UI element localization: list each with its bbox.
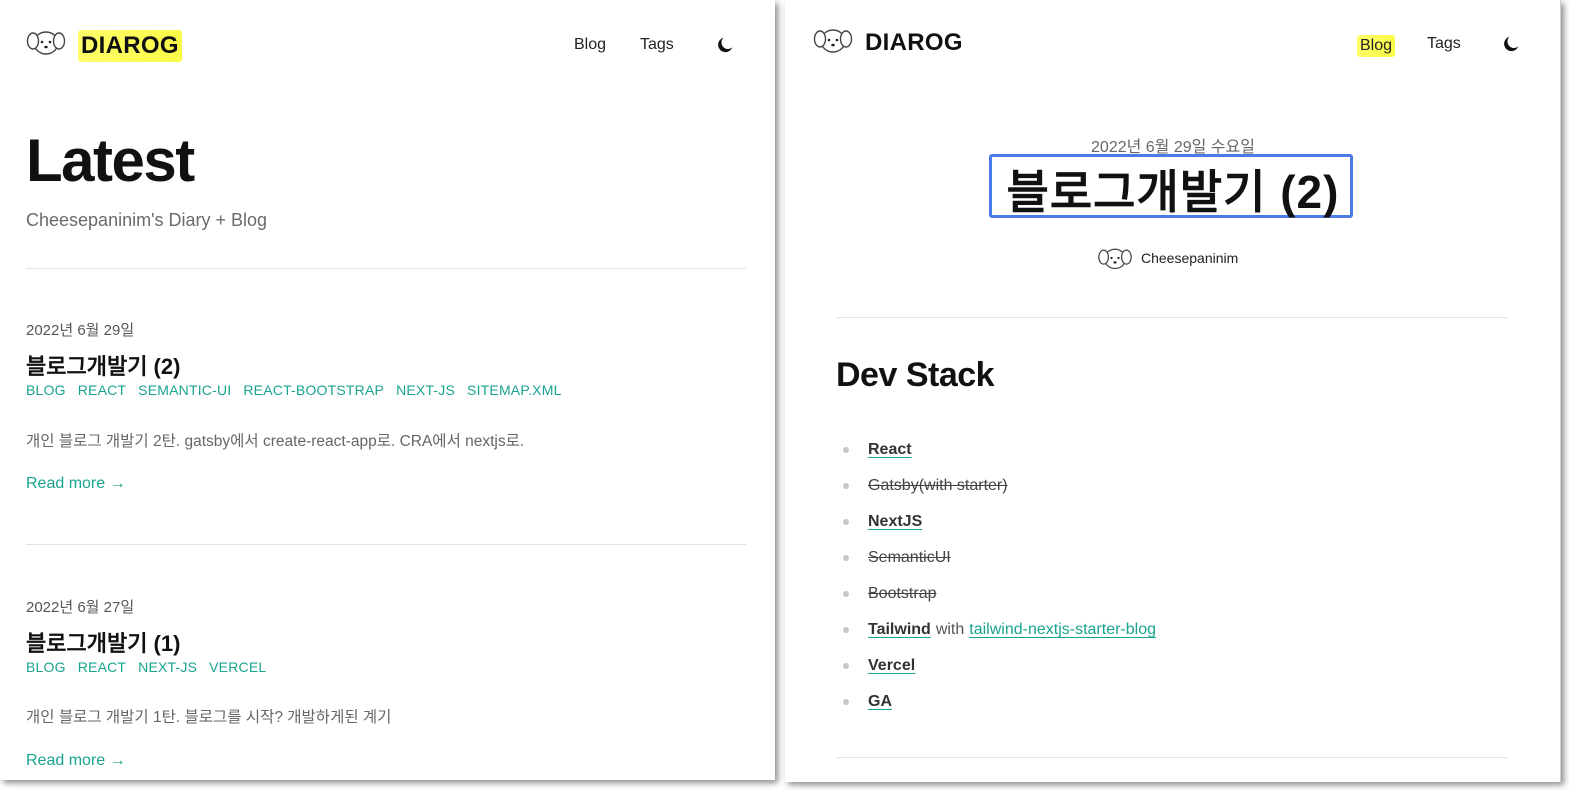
list-item: Vercel: [843, 648, 1156, 684]
read-more-link[interactable]: Read more →: [26, 752, 126, 770]
nav-tags-link[interactable]: Tags: [640, 36, 674, 54]
section-heading: Dev Stack: [836, 356, 995, 394]
tag-link[interactable]: NEXT-JS: [138, 659, 197, 675]
list-item: Bootstrap: [843, 576, 1156, 612]
bullet-dot: [843, 447, 849, 453]
tag-link[interactable]: VERCEL: [209, 659, 266, 675]
bullet-dot: [843, 555, 849, 561]
list-item: SemanticUI: [843, 540, 1156, 576]
list-item: GA: [843, 684, 1156, 720]
dog-logo-icon[interactable]: [26, 26, 66, 58]
bullet-dot: [843, 699, 849, 705]
tag-link[interactable]: SITEMAP.XML: [467, 382, 562, 398]
tag-link[interactable]: REACT: [78, 382, 126, 398]
moon-icon[interactable]: [714, 34, 736, 56]
with-text: with: [935, 621, 965, 638]
divider: [836, 757, 1508, 758]
post-tags: BLOG REACT NEXT-JS VERCEL: [26, 659, 266, 675]
bullet-dot: [843, 483, 849, 489]
dog-logo-icon[interactable]: [813, 24, 853, 56]
post-title-link[interactable]: 블로그개발기 (1): [26, 626, 180, 658]
react-link[interactable]: React: [868, 441, 912, 459]
tag-link[interactable]: BLOG: [26, 382, 66, 398]
dev-stack-list: React Gatsby(with starter) NextJS Semant…: [843, 432, 1156, 720]
tag-link[interactable]: BLOG: [26, 659, 66, 675]
list-item: React: [843, 432, 1156, 468]
page-subtitle: Cheesepaninim's Diary + Blog: [26, 210, 268, 230]
nav-blog-link[interactable]: Blog: [1357, 35, 1396, 57]
divider: [26, 544, 746, 545]
bullet-dot: [843, 627, 849, 633]
moon-icon[interactable]: [1500, 33, 1522, 55]
nextjs-link[interactable]: NextJS: [868, 513, 922, 531]
post-page-panel: DIAROG Blog Tags 2022년 6월 29일 수요일 블로그개발기…: [785, 0, 1561, 782]
author-info: Cheesepaninim: [1097, 244, 1238, 272]
tag-link[interactable]: NEXT-JS: [396, 382, 455, 398]
list-item: Gatsby(with starter): [843, 468, 1156, 504]
article-title: 블로그개발기 (2): [1006, 166, 1340, 218]
home-page-panel: DIAROG Blog Tags Latest Cheesepaninim's …: [0, 0, 775, 780]
bootstrap-link[interactable]: Bootstrap: [868, 585, 936, 603]
gatsby-link[interactable]: Gatsby(with starter): [868, 477, 1008, 495]
nav-tags-link[interactable]: Tags: [1427, 35, 1461, 53]
author-name: Cheesepaninim: [1141, 250, 1239, 266]
divider: [26, 268, 746, 269]
bullet-dot: [843, 519, 849, 525]
page-title: Latest: [26, 127, 195, 194]
vercel-link[interactable]: Vercel: [868, 657, 915, 675]
tailwind-link[interactable]: Tailwind: [868, 621, 931, 639]
post-date: 2022년 6월 29일: [26, 322, 135, 339]
post-description: 개인 블로그 개발기 1탄. 블로그를 시작? 개발하게된 계기: [26, 709, 392, 726]
site-header: DIAROG Blog Tags: [785, 0, 1560, 90]
tag-link[interactable]: SEMANTIC-UI: [138, 382, 231, 398]
read-more-link[interactable]: Read more →: [26, 475, 126, 493]
post-title-link[interactable]: 블로그개발기 (2): [26, 349, 180, 381]
divider: [836, 317, 1508, 318]
tag-link[interactable]: REACT-BOOTSTRAP: [243, 382, 384, 398]
tag-link[interactable]: REACT: [78, 659, 126, 675]
list-item: Tailwind with tailwind-nextjs-starter-bl…: [843, 612, 1156, 648]
brand-logo-text[interactable]: DIAROG: [78, 30, 182, 62]
bullet-dot: [843, 663, 849, 669]
brand-logo-text[interactable]: DIAROG: [865, 29, 963, 57]
bullet-dot: [843, 591, 849, 597]
semanticui-link[interactable]: SemanticUI: [868, 549, 951, 567]
nav-blog-link[interactable]: Blog: [574, 36, 606, 54]
author-avatar-icon: [1098, 248, 1132, 270]
post-tags: BLOG REACT SEMANTIC-UI REACT-BOOTSTRAP N…: [26, 382, 562, 398]
list-item: NextJS: [843, 504, 1156, 540]
post-date: 2022년 6월 27일: [26, 599, 135, 616]
site-header: DIAROG Blog Tags: [0, 0, 775, 90]
post-description: 개인 블로그 개발기 2탄. gatsby에서 create-react-app…: [26, 433, 525, 450]
starter-blog-link[interactable]: tailwind-nextjs-starter-blog: [969, 621, 1156, 639]
ga-link[interactable]: GA: [868, 693, 892, 711]
